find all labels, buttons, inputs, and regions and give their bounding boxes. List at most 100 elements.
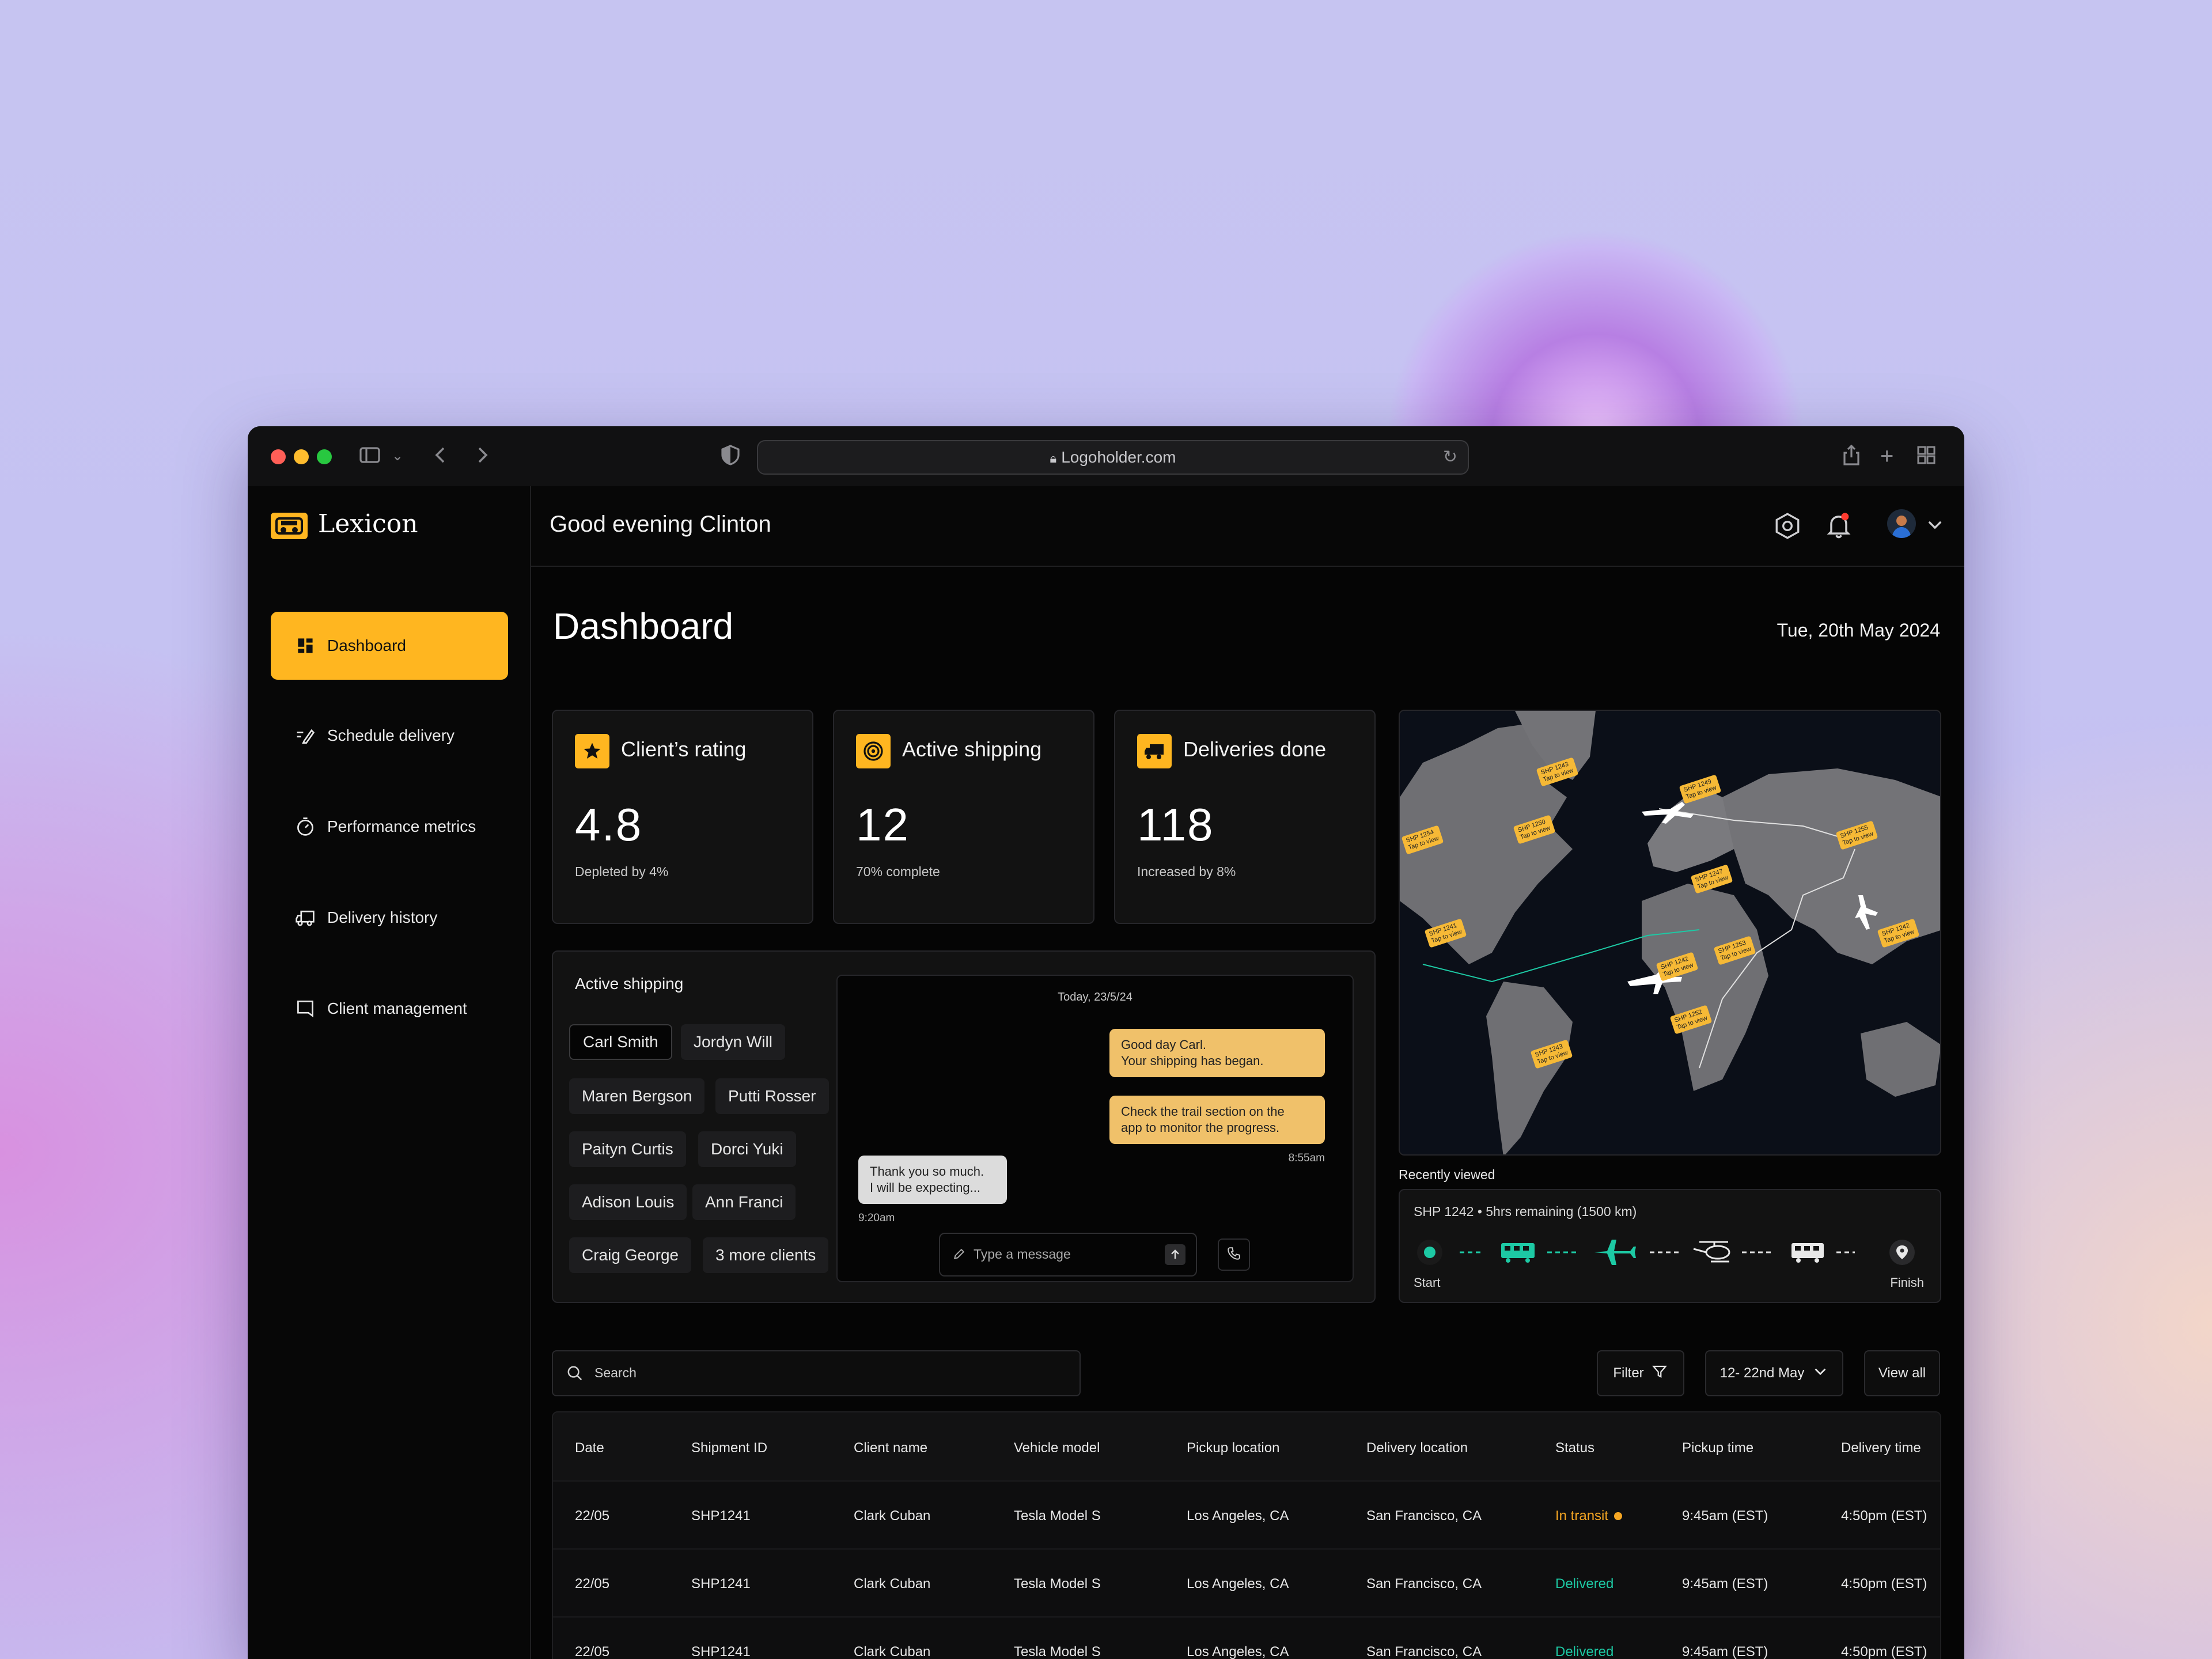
column-header[interactable]: Shipment ID <box>691 1440 767 1456</box>
column-header[interactable]: Status <box>1555 1440 1594 1456</box>
cell-pickup-location: Los Angeles, CA <box>1187 1508 1289 1524</box>
chat-message-sent: Check the trail section on the app to mon… <box>1109 1096 1325 1144</box>
table-row[interactable]: 22/05 SHP1241 Clark Cuban Tesla Model S … <box>553 1616 1940 1659</box>
view-all-button[interactable]: View all <box>1864 1350 1940 1396</box>
filter-icon <box>1651 1363 1668 1384</box>
shield-icon[interactable] <box>719 444 742 472</box>
address-bar[interactable]: 🔒︎ Logoholder.com ↻ <box>757 440 1469 475</box>
stat-card-active-shipping: Active shipping 12 70% complete <box>833 710 1094 924</box>
table-row[interactable]: 22/05 SHP1241 Clark Cuban Tesla Model S … <box>553 1480 1940 1550</box>
message-input[interactable]: Type a message <box>939 1233 1197 1277</box>
zoom-window-button[interactable] <box>317 449 332 464</box>
stat-title: Active shipping <box>902 737 1042 761</box>
table-header-row: Date Shipment ID Client name Vehicle mod… <box>553 1412 1940 1480</box>
client-chip[interactable]: Putti Rosser <box>715 1078 829 1114</box>
more-clients-chip[interactable]: 3 more clients <box>703 1237 829 1273</box>
start-dot <box>1424 1247 1435 1258</box>
logo-area: Lexicon <box>248 486 531 566</box>
close-window-button[interactable] <box>271 449 286 464</box>
search-icon <box>566 1364 584 1385</box>
cell-shipment-id: SHP1241 <box>691 1576 751 1592</box>
shipment-summary: SHP 1242 • 5hrs remaining (1500 km) <box>1414 1204 1637 1219</box>
forward-arrow-icon[interactable] <box>470 444 493 472</box>
cell-vehicle-model: Tesla Model S <box>1014 1644 1101 1659</box>
dashboard-icon <box>295 635 316 656</box>
metrics-icon <box>295 816 316 837</box>
settings-hexagon-icon[interactable] <box>1773 512 1802 543</box>
column-header[interactable]: Delivery location <box>1366 1440 1468 1456</box>
status-badge: In transit <box>1555 1508 1623 1524</box>
truck-icon <box>295 907 316 928</box>
cell-pickup-time: 9:45am (EST) <box>1682 1644 1768 1659</box>
status-badge: Delivered <box>1555 1644 1614 1659</box>
status-dot <box>1614 1512 1623 1520</box>
chat-message-sent: Good day Carl. Your shipping has began. <box>1109 1029 1325 1077</box>
column-header[interactable]: Vehicle model <box>1014 1440 1100 1456</box>
client-chip[interactable]: Carl Smith <box>569 1024 672 1060</box>
app-name: Lexicon <box>318 509 418 539</box>
chevron-down-icon[interactable] <box>1925 515 1945 537</box>
tab-overview-icon[interactable] <box>1915 444 1938 472</box>
sidebar-item-client-management[interactable]: Client management <box>271 975 508 1043</box>
sidebar-item-dashboard[interactable]: Dashboard <box>271 612 508 680</box>
minimize-window-button[interactable] <box>294 449 309 464</box>
client-chip[interactable]: Craig George <box>569 1237 692 1273</box>
filter-button[interactable]: Filter <box>1597 1350 1684 1396</box>
world-map[interactable]: SHP 1243 Tap to view SHP 1249 Tap to view … <box>1399 710 1941 1156</box>
cell-date: 22/05 <box>575 1508 610 1524</box>
section-title: Active shipping <box>575 975 684 993</box>
client-chip[interactable]: Maren Bergson <box>569 1078 705 1114</box>
url-text: Logoholder.com <box>1061 448 1176 466</box>
sidebar-item-performance-metrics[interactable]: Performance metrics <box>271 793 508 861</box>
sidebar-toggle-icon[interactable] <box>358 444 381 472</box>
back-arrow-icon[interactable] <box>430 444 453 472</box>
client-chip[interactable]: Ann Franci <box>692 1184 796 1220</box>
cell-client-name: Clark Cuban <box>854 1508 931 1524</box>
tracking-progress <box>1417 1240 1915 1265</box>
page-date: Tue, 20th May 2024 <box>1777 620 1940 641</box>
chat-panel: Today, 23/5/24 Good day Carl. Your shippi… <box>836 975 1354 1282</box>
client-chip[interactable]: Adison Louis <box>569 1184 687 1220</box>
cell-date: 22/05 <box>575 1576 610 1592</box>
cell-pickup-location: Los Angeles, CA <box>1187 1576 1289 1592</box>
stat-card-rating: Client’s rating 4.8 Depleted by 4% <box>552 710 813 924</box>
client-chip[interactable]: Paityn Curtis <box>569 1131 686 1167</box>
share-icon[interactable] <box>1840 444 1863 472</box>
message-time: 8:55am <box>1288 1152 1325 1164</box>
recently-viewed-card[interactable]: SHP 1242 • 5hrs remaining (1500 km) Star… <box>1399 1189 1941 1303</box>
plane-icon <box>1594 1240 1636 1265</box>
train-icon <box>1501 1243 1535 1263</box>
chevron-down-icon[interactable]: ⌄ <box>392 444 403 469</box>
sidebar-item-schedule-delivery[interactable]: Schedule delivery <box>271 702 508 770</box>
cell-vehicle-model: Tesla Model S <box>1014 1508 1101 1524</box>
status-badge: Delivered <box>1555 1576 1614 1592</box>
reload-icon[interactable]: ↻ <box>1443 441 1457 474</box>
browser-toolbar: ⌄ 🔒︎ Logoholder.com ↻ + <box>248 426 1964 487</box>
search-input[interactable]: Search <box>552 1350 1081 1396</box>
stat-card-deliveries: Deliveries done 118 Increased by 8% <box>1114 710 1376 924</box>
cell-client-name: Clark Cuban <box>854 1576 931 1592</box>
send-icon[interactable] <box>1165 1244 1185 1265</box>
client-chip[interactable]: Dorci Yuki <box>698 1131 796 1167</box>
logo-icon <box>271 513 308 539</box>
column-header[interactable]: Date <box>575 1440 604 1456</box>
column-header[interactable]: Pickup location <box>1187 1440 1279 1456</box>
client-chip[interactable]: Jordyn Will <box>681 1024 785 1060</box>
table-row[interactable]: 22/05 SHP1241 Clark Cuban Tesla Model S … <box>553 1548 1940 1618</box>
avatar[interactable] <box>1887 509 1916 538</box>
call-button[interactable] <box>1218 1238 1250 1271</box>
column-header[interactable]: Pickup time <box>1682 1440 1753 1456</box>
new-tab-icon[interactable]: + <box>1880 444 1893 469</box>
star-icon <box>575 734 609 768</box>
date-range-select[interactable]: 12- 22nd May <box>1705 1350 1843 1396</box>
phone-icon <box>1226 1245 1242 1264</box>
sidebar-item-delivery-history[interactable]: Delivery history <box>271 884 508 952</box>
notification-bell-icon[interactable] <box>1824 510 1854 543</box>
stat-title: Client’s rating <box>621 737 747 761</box>
column-header[interactable]: Delivery time <box>1841 1440 1921 1456</box>
cell-delivery-location: San Francisco, CA <box>1366 1576 1482 1592</box>
column-header[interactable]: Client name <box>854 1440 927 1456</box>
greeting-text: Good evening Clinton <box>550 512 771 537</box>
cell-pickup-time: 9:45am (EST) <box>1682 1508 1768 1524</box>
search-placeholder: Search <box>594 1365 637 1380</box>
